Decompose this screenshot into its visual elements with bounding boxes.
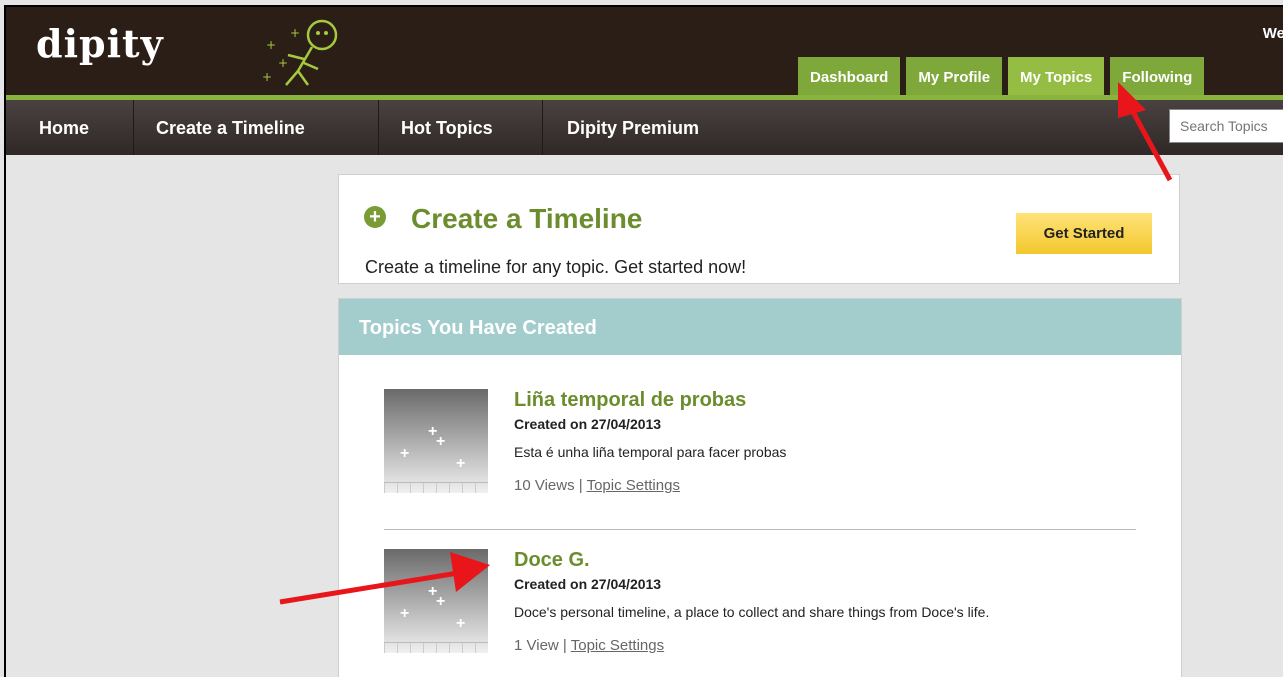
sparkle-icon: +: [436, 433, 446, 450]
topics-panel: Topics You Have Created + + + + Liña tem…: [338, 298, 1182, 677]
topic-views: 1 View: [514, 637, 559, 654]
topic-item: + + + + Doce G. Created on 27/04/2013 Do…: [384, 549, 1144, 659]
topic-meta: 10 Views | Topic Settings: [514, 477, 680, 494]
topics-header: Topics You Have Created: [339, 299, 1181, 355]
topic-settings-link[interactable]: Topic Settings: [571, 637, 664, 654]
topic-item: + + + + Liña temporal de probas Created …: [384, 389, 1144, 499]
nav-divider: [542, 100, 543, 155]
account-tabs: Dashboard My Profile My Topics Following: [798, 57, 1205, 96]
topic-title[interactable]: Doce G.: [514, 549, 590, 572]
topic-thumbnail[interactable]: + + + +: [384, 549, 488, 653]
nav-home[interactable]: Home: [39, 100, 89, 155]
astronaut-logo-icon: ++++: [262, 19, 338, 86]
svg-text:+: +: [290, 26, 300, 40]
svg-text:+: +: [262, 70, 272, 84]
nav-divider: [133, 100, 134, 155]
main-nav: Home Create a Timeline Hot Topics Dipity…: [6, 100, 1283, 155]
sparkle-icon: +: [436, 593, 446, 610]
tab-my-profile[interactable]: My Profile: [906, 57, 1003, 96]
welcome-text: We: [1262, 25, 1283, 42]
plus-icon: +: [364, 206, 386, 228]
get-started-button[interactable]: Get Started: [1016, 213, 1152, 254]
search-input[interactable]: [1169, 109, 1283, 143]
topic-description: Doce's personal timeline, a place to col…: [514, 604, 990, 620]
topic-description: Esta é unha liña temporal para facer pro…: [514, 444, 787, 460]
nav-create-timeline[interactable]: Create a Timeline: [156, 100, 305, 155]
timeline-ruler: [384, 642, 488, 653]
nav-dipity-premium[interactable]: Dipity Premium: [567, 100, 699, 155]
topic-divider: [384, 529, 1136, 530]
sparkle-icon: +: [400, 605, 410, 622]
tab-my-topics[interactable]: My Topics: [1008, 57, 1105, 96]
topic-settings-link[interactable]: Topic Settings: [587, 477, 680, 494]
topic-meta: 1 View | Topic Settings: [514, 637, 665, 654]
topic-thumbnail[interactable]: + + + +: [384, 389, 488, 493]
create-timeline-title[interactable]: Create a Timeline: [411, 203, 642, 235]
timeline-ruler: [384, 482, 488, 493]
svg-text:+: +: [278, 56, 288, 70]
create-timeline-description: Create a timeline for any topic. Get sta…: [365, 257, 747, 277]
sparkle-icon: +: [400, 445, 410, 462]
topic-title[interactable]: Liña temporal de probas: [514, 389, 746, 412]
nav-hot-topics[interactable]: Hot Topics: [401, 100, 493, 155]
nav-divider: [378, 100, 379, 155]
tab-dashboard[interactable]: Dashboard: [798, 57, 901, 96]
topic-views: 10 Views: [514, 477, 575, 494]
svg-text:+: +: [266, 38, 276, 52]
topic-created-date: Created on 27/04/2013: [514, 416, 662, 432]
tab-following[interactable]: Following: [1110, 57, 1205, 96]
browser-frame: dipity + + + + We Dashboard My Profile My T…: [4, 5, 1283, 677]
sparkle-icon: +: [456, 615, 466, 632]
topic-created-date: Created on 27/04/2013: [514, 576, 662, 592]
dipity-logo[interactable]: dipity: [36, 21, 164, 66]
sparkle-icon: +: [456, 455, 466, 472]
create-timeline-panel: + Create a Timeline Create a timeline fo…: [338, 174, 1180, 284]
header-bar: dipity + + + + We Dashboard My Profile My T…: [6, 7, 1283, 96]
